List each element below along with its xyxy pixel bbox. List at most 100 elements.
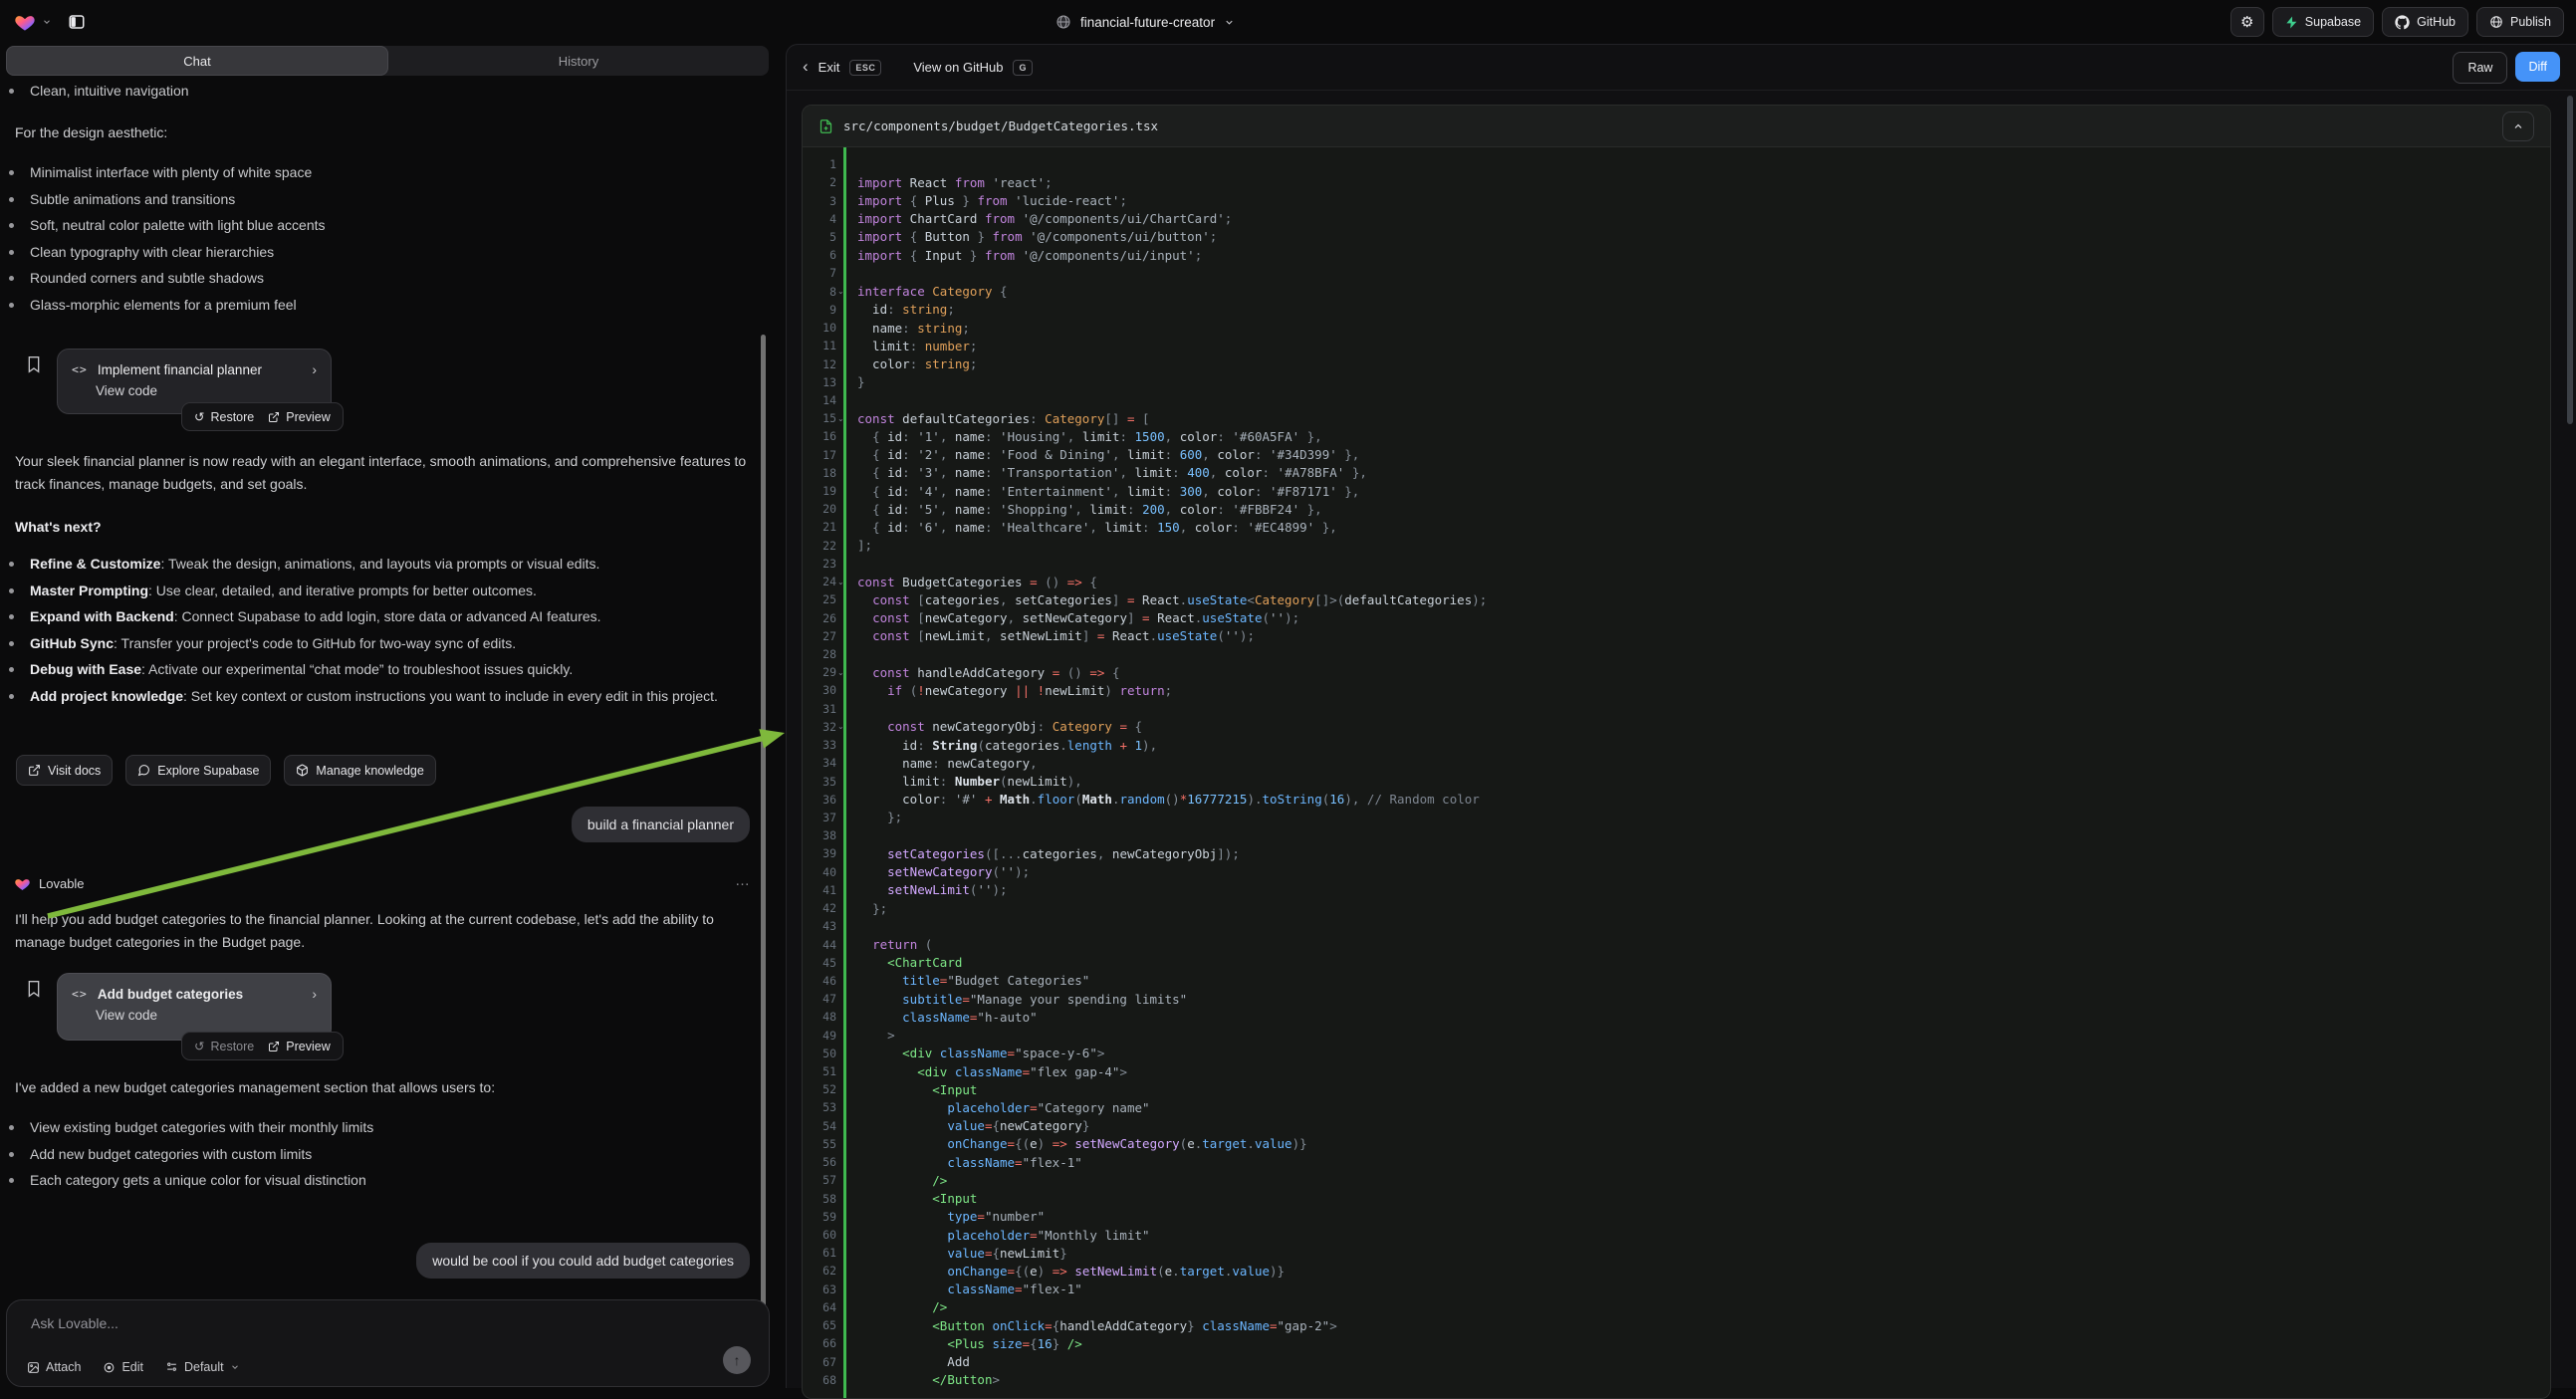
edit-button[interactable]: Edit	[103, 1360, 143, 1374]
tab-chat[interactable]: Chat	[6, 46, 388, 76]
prompt-input[interactable]	[29, 1314, 630, 1332]
bookmark-icon[interactable]	[26, 354, 42, 374]
mode-selector[interactable]: Default	[165, 1360, 240, 1374]
code-line: 66 <Plus size={16} />	[803, 1334, 2550, 1352]
view-code-link[interactable]: View code	[58, 1002, 331, 1023]
exit-button[interactable]: Exit	[819, 60, 840, 75]
diff-toggle-button[interactable]: Diff	[2515, 52, 2560, 82]
list-item: View existing budget categories with the…	[0, 1116, 749, 1139]
code-viewer-panel: ‹ Exit ESC View on GitHub G Raw Diff src…	[786, 44, 2576, 1388]
line-number: 13	[803, 375, 836, 389]
supabase-bolt-icon	[2285, 16, 2298, 29]
view-on-github-button[interactable]: View on GitHub	[913, 60, 1003, 75]
panel-toggle-icon[interactable]	[68, 13, 86, 31]
restore-preview-toolbar-2: ↺ Restore Preview	[181, 1032, 344, 1060]
line-number: 63	[803, 1282, 836, 1296]
collapse-file-button[interactable]	[2502, 112, 2534, 141]
supabase-label: Supabase	[2305, 15, 2361, 29]
added-text: I've added a new budget categories manag…	[15, 1076, 760, 1099]
code-scrollbar[interactable]	[2567, 96, 2573, 424]
restore-button[interactable]: ↺ Restore	[194, 409, 254, 424]
list-item: Minimalist interface with plenty of whit…	[0, 161, 757, 184]
bullet-dot	[9, 1125, 14, 1130]
list-item: Clean, intuitive navigation	[0, 80, 757, 103]
publish-button[interactable]: Publish	[2476, 7, 2564, 37]
attach-button[interactable]: Attach	[27, 1360, 81, 1374]
project-favicon-globe-icon	[1055, 14, 1071, 30]
restore-icon: ↺	[194, 1039, 204, 1053]
chat-bubble-icon	[137, 764, 150, 777]
line-number: 18	[803, 466, 836, 480]
code-line: 23	[803, 555, 2550, 573]
message-options-icon[interactable]: …	[735, 872, 751, 889]
bookmark-icon[interactable]	[26, 979, 42, 999]
code-change-card-2[interactable]: <> Add budget categories › View code	[57, 973, 332, 1041]
bullet-dot	[9, 588, 14, 593]
send-button[interactable]: ↑	[723, 1346, 751, 1374]
list-item: Glass-morphic elements for a premium fee…	[0, 294, 757, 317]
github-button[interactable]: GitHub	[2382, 7, 2468, 37]
line-number: 4	[803, 212, 836, 226]
whats-next-heading: What's next?	[15, 519, 102, 535]
chat-panel: Chat History Clean, intuitive navigation…	[0, 44, 784, 1388]
code-line: 13}	[803, 373, 2550, 391]
code-line: 42 };	[803, 899, 2550, 917]
visit-docs-button[interactable]: Visit docs	[16, 755, 113, 786]
bullet-dot	[9, 641, 14, 646]
file-header[interactable]: src/components/budget/BudgetCategories.t…	[803, 106, 2550, 147]
settings-button[interactable]: ⚙	[2230, 7, 2264, 37]
lovable-logo-heart-icon[interactable]	[14, 12, 36, 32]
line-number: 58	[803, 1192, 836, 1206]
github-icon	[2395, 15, 2410, 30]
code-line: 62 onChange={(e) => setNewLimit(e.target…	[803, 1262, 2550, 1280]
raw-toggle-button[interactable]: Raw	[2453, 52, 2507, 84]
manage-knowledge-button[interactable]: Manage knowledge	[284, 755, 435, 786]
line-number: 3	[803, 194, 836, 208]
card-title: Implement financial planner	[98, 362, 262, 377]
code-line: 2import React from 'react';	[803, 173, 2550, 191]
code-line: 27 const [newLimit, setNewLimit] = React…	[803, 627, 2550, 645]
chat-scrollbar[interactable]	[761, 335, 766, 1307]
line-number: 42	[803, 901, 836, 915]
bullet-dot	[9, 667, 14, 672]
tab-history[interactable]: History	[388, 46, 769, 76]
bullet-dot	[9, 614, 14, 619]
gear-icon: ⚙	[2240, 15, 2253, 30]
whats-next-list: Refine & Customize: Tweak the design, an…	[0, 553, 749, 711]
code-line: 56 className="flex-1"	[803, 1153, 2550, 1171]
preview-button[interactable]: Preview	[268, 410, 330, 424]
chevron-up-icon	[2512, 120, 2524, 132]
line-number: 47	[803, 992, 836, 1006]
code-line: 8⌄interface Category {	[803, 283, 2550, 301]
explore-supabase-button[interactable]: Explore Supabase	[125, 755, 271, 786]
line-number: 48	[803, 1010, 836, 1024]
code-line: 16 { id: '1', name: 'Housing', limit: 15…	[803, 427, 2550, 445]
line-number: 50	[803, 1047, 836, 1060]
view-code-link[interactable]: View code	[58, 377, 331, 398]
supabase-button[interactable]: Supabase	[2272, 7, 2374, 37]
line-number: 52	[803, 1082, 836, 1096]
code-line: 61 value={newLimit}	[803, 1244, 2550, 1262]
list-item: Subtle animations and transitions	[0, 188, 757, 211]
code-line: 30 if (!newCategory || !newLimit) return…	[803, 681, 2550, 699]
restore-button[interactable]: ↺ Restore	[194, 1039, 254, 1053]
preview-button[interactable]: Preview	[268, 1040, 330, 1053]
assistant-name: Lovable	[39, 876, 85, 891]
code-line: 12 color: string;	[803, 354, 2550, 372]
chevron-down-icon[interactable]	[42, 17, 52, 27]
chevron-right-icon: ›	[312, 361, 317, 377]
chevron-right-icon: ›	[312, 986, 317, 1002]
project-switcher[interactable]: financial-future-creator	[1055, 0, 1235, 44]
code-line: 58 <Input	[803, 1189, 2550, 1207]
line-number: 15	[803, 411, 836, 425]
code-line: 44 return (	[803, 935, 2550, 953]
github-label: GitHub	[2417, 15, 2456, 29]
list-item: Each category gets a unique color for vi…	[0, 1169, 749, 1192]
target-icon	[103, 1361, 116, 1374]
line-number: 21	[803, 520, 836, 534]
code-line: 5import { Button } from '@/components/ui…	[803, 228, 2550, 246]
line-number: 19	[803, 484, 836, 498]
line-number: 25	[803, 592, 836, 606]
code-line: 18 { id: '3', name: 'Transportation', li…	[803, 464, 2550, 482]
line-number: 56	[803, 1155, 836, 1169]
